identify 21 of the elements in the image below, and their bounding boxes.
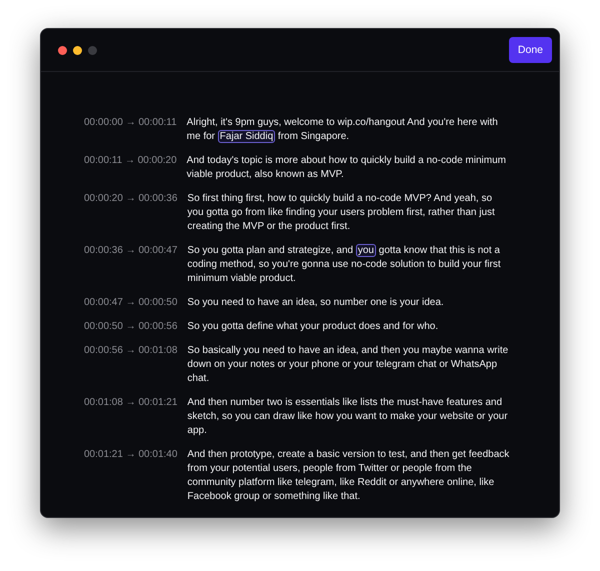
timestamp: 00:00:20 → 00:00:36 xyxy=(84,192,178,206)
transcript-text: So you gotta plan and strategize, and you gotta know that this is not a coding method, so you're gonna use no-code solution to build your first minimum viable product. xyxy=(187,244,502,286)
timestamp: 00:01:08 → 00:01:21 xyxy=(84,396,178,410)
transcript-text: So you need to have an idea, so number one is your idea. xyxy=(187,296,445,310)
transcript-text: And then number two is essentials like lists the must-have features and sketch, so you can draw like how you want to make your website or your app. xyxy=(187,396,509,438)
transcript-text: So you gotta define what your product does and for who. xyxy=(187,320,440,334)
timestamp: 00:00:47 → 00:00:50 xyxy=(84,296,178,310)
transcript-text: And today's topic is more about how to quickly build a no-code minimum viable product, also known as MVP. xyxy=(186,154,507,182)
timestamp: 00:00:00 → 00:00:11 xyxy=(84,116,177,130)
transcript-text: So first thing first, how to quickly build a no-code MVP? And yeah, so you gotta go from like finding your users problem first, rather than just creating the MVP or the product first. xyxy=(187,192,496,234)
transcript-text: Alright, it's 9pm guys, welcome to wip.co/hangout And you're here with me for Fajar Siddiq from Singapore. xyxy=(186,116,499,144)
timestamp: 00:01:21 → 00:01:40 xyxy=(84,448,178,462)
window-control-icon[interactable] xyxy=(58,46,67,54)
done-button[interactable]: Done xyxy=(508,37,552,63)
timestamp: 00:00:11 → 00:00:20 xyxy=(84,154,177,168)
transcript-text: And then prototype, create a basic version to test, and then get feedback from your potential users, people from Twitter or people from the community platform like telegram, like Reddit or anywhere online, like Facebook group or something like that. xyxy=(187,448,510,504)
transcript-text: So basically you need to have an idea, and then you maybe wanna write down on your notes or your phone or your telegram chat or WhatsApp chat. xyxy=(187,344,510,386)
timestamp: 00:00:56 → 00:01:08 xyxy=(84,344,178,358)
window-control-icon[interactable] xyxy=(73,46,82,54)
timestamp: 00:00:50 → 00:00:56 xyxy=(84,320,178,334)
timestamp: 00:00:36 → 00:00:47 xyxy=(84,244,178,258)
